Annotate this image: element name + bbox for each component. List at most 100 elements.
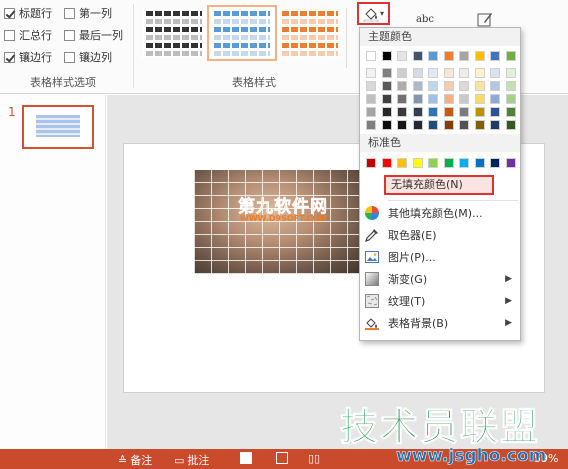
slide-thumbnail[interactable] xyxy=(22,105,94,149)
theme-shade-swatch[interactable] xyxy=(397,120,407,130)
gradient-fill-item[interactable]: 渐变(G) ▶ xyxy=(360,268,520,290)
theme-shade-swatch[interactable] xyxy=(443,107,454,117)
shading-fill-button[interactable]: ▾ xyxy=(357,2,390,25)
theme-shade-swatch[interactable] xyxy=(412,94,423,104)
theme-shade-swatch[interactable] xyxy=(366,81,376,91)
comments-button[interactable]: ▭ 批注 xyxy=(174,452,209,468)
theme-color-swatch[interactable] xyxy=(474,51,485,61)
theme-shade-swatch[interactable] xyxy=(443,94,454,104)
standard-color-swatch[interactable] xyxy=(443,158,454,168)
theme-shade-swatch[interactable] xyxy=(459,94,469,104)
theme-shade-swatch[interactable] xyxy=(366,68,376,78)
theme-shade-swatch[interactable] xyxy=(397,94,407,104)
theme-shade-swatch[interactable] xyxy=(397,107,407,117)
theme-shade-swatch[interactable] xyxy=(397,81,407,91)
theme-shade-swatch[interactable] xyxy=(366,94,376,104)
theme-color-swatch[interactable] xyxy=(459,51,469,61)
theme-shade-swatch[interactable] xyxy=(505,81,516,91)
theme-shade-swatch[interactable] xyxy=(474,81,485,91)
table-style-thumb-1[interactable] xyxy=(142,8,206,58)
theme-shade-swatch[interactable] xyxy=(490,94,500,104)
total-row-checkbox[interactable] xyxy=(4,29,15,41)
standard-color-swatch[interactable] xyxy=(412,158,423,168)
texture-fill-item[interactable]: 纹理(T) ▶ xyxy=(360,290,520,312)
theme-shade-swatch[interactable] xyxy=(443,120,454,130)
standard-color-swatch[interactable] xyxy=(459,158,469,168)
theme-shade-swatch[interactable] xyxy=(459,107,469,117)
banded-rows-checkbox[interactable] xyxy=(4,51,15,63)
theme-shade-swatch[interactable] xyxy=(505,107,516,117)
standard-color-swatch[interactable] xyxy=(474,158,485,168)
theme-shade-swatch[interactable] xyxy=(381,94,392,104)
theme-shade-swatch[interactable] xyxy=(474,94,485,104)
theme-shade-swatch[interactable] xyxy=(366,107,376,117)
banded-columns-checkbox[interactable] xyxy=(64,51,75,63)
theme-color-swatch[interactable] xyxy=(412,51,423,61)
slide-sorter-button[interactable] xyxy=(276,452,288,464)
normal-view-button[interactable] xyxy=(240,452,252,464)
theme-color-swatch[interactable] xyxy=(397,51,407,61)
reading-view-button[interactable]: ▯▯ xyxy=(308,452,320,465)
theme-shade-swatch[interactable] xyxy=(366,120,376,130)
theme-shade-swatch[interactable] xyxy=(490,107,500,117)
theme-shade-swatch[interactable] xyxy=(474,107,485,117)
table-with-photo-fill[interactable]: 第九软件网 WWW.D9SOFT.COM xyxy=(194,170,364,274)
picture-fill-item[interactable]: 图片(P)... xyxy=(360,246,520,268)
standard-color-swatch[interactable] xyxy=(397,158,407,168)
table-background-item[interactable]: 表格背景(B) ▶ xyxy=(360,312,520,334)
theme-shade-swatch[interactable] xyxy=(428,107,438,117)
option-last-column[interactable]: 最后一列 xyxy=(64,26,123,44)
theme-color-swatch[interactable] xyxy=(366,51,376,61)
gallery-scroll[interactable] xyxy=(346,8,354,68)
table-style-thumb-3[interactable] xyxy=(278,8,342,58)
last-column-checkbox[interactable] xyxy=(64,29,75,41)
standard-color-swatch[interactable] xyxy=(366,158,376,168)
theme-shade-swatch[interactable] xyxy=(381,120,392,130)
theme-shade-swatch[interactable] xyxy=(428,68,438,78)
theme-shade-swatch[interactable] xyxy=(443,81,454,91)
option-banded-rows[interactable]: 镶边行 xyxy=(4,48,52,66)
theme-color-swatch[interactable] xyxy=(505,51,516,61)
standard-color-swatch[interactable] xyxy=(381,158,392,168)
theme-color-swatch[interactable] xyxy=(490,51,500,61)
option-banded-columns[interactable]: 镶边列 xyxy=(64,48,112,66)
theme-shade-swatch[interactable] xyxy=(474,120,485,130)
theme-shade-swatch[interactable] xyxy=(490,120,500,130)
theme-shade-swatch[interactable] xyxy=(490,68,500,78)
more-fill-colors-item[interactable]: 其他填充颜色(M)... xyxy=(360,202,520,224)
option-total-row[interactable]: 汇总行 xyxy=(4,26,52,44)
theme-shade-swatch[interactable] xyxy=(490,81,500,91)
no-fill-option[interactable]: 无填充颜色(N) xyxy=(384,175,494,195)
theme-shade-swatch[interactable] xyxy=(505,68,516,78)
table-style-thumb-2[interactable] xyxy=(207,5,277,61)
theme-shade-swatch[interactable] xyxy=(459,81,469,91)
notes-button[interactable]: ≙ 备注 xyxy=(118,452,152,468)
theme-color-swatch[interactable] xyxy=(443,51,454,61)
standard-color-swatch[interactable] xyxy=(490,158,500,168)
theme-shade-swatch[interactable] xyxy=(412,81,423,91)
option-first-column[interactable]: 第一列 xyxy=(64,4,112,22)
theme-shade-swatch[interactable] xyxy=(397,68,407,78)
theme-shade-swatch[interactable] xyxy=(381,81,392,91)
theme-shade-swatch[interactable] xyxy=(428,120,438,130)
theme-shade-swatch[interactable] xyxy=(459,120,469,130)
first-column-checkbox[interactable] xyxy=(64,7,75,19)
theme-shade-swatch[interactable] xyxy=(381,107,392,117)
theme-shade-swatch[interactable] xyxy=(505,94,516,104)
theme-color-swatch[interactable] xyxy=(381,51,392,61)
standard-color-swatch[interactable] xyxy=(505,158,516,168)
theme-shade-swatch[interactable] xyxy=(443,68,454,78)
theme-shade-swatch[interactable] xyxy=(428,94,438,104)
theme-shade-swatch[interactable] xyxy=(412,68,423,78)
theme-shade-swatch[interactable] xyxy=(474,68,485,78)
theme-shade-swatch[interactable] xyxy=(381,68,392,78)
theme-shade-swatch[interactable] xyxy=(412,120,423,130)
theme-color-swatch[interactable] xyxy=(428,51,438,61)
theme-shade-swatch[interactable] xyxy=(428,81,438,91)
header-row-checkbox[interactable] xyxy=(4,7,15,19)
theme-shade-swatch[interactable] xyxy=(412,107,423,117)
eyedropper-item[interactable]: 取色器(E) xyxy=(360,224,520,246)
theme-shade-swatch[interactable] xyxy=(459,68,469,78)
option-header-row[interactable]: 标题行 xyxy=(4,4,52,22)
standard-color-swatch[interactable] xyxy=(428,158,438,168)
